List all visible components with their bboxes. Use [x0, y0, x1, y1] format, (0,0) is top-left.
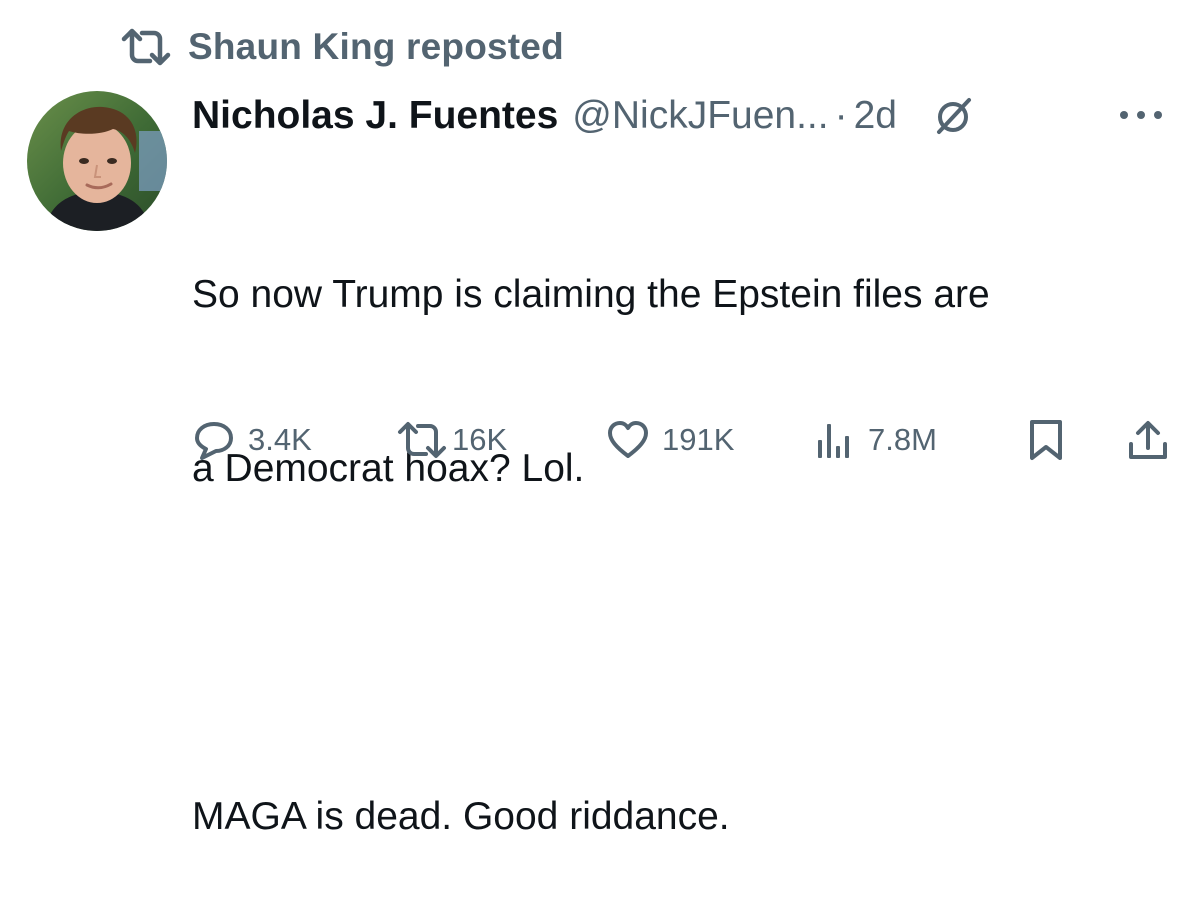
repost-icon: [120, 27, 172, 67]
like-button[interactable]: 191K: [606, 412, 734, 468]
tweet-action-bar: 3.4K 16K 191K 7.8M: [192, 412, 1172, 468]
tweet-text-line: MAGA is dead. Good riddance.: [192, 795, 730, 838]
bookmark-icon: [1024, 418, 1068, 462]
heart-icon: [606, 418, 650, 462]
reply-icon: [192, 418, 236, 462]
tweet-timestamp[interactable]: 2d: [854, 94, 897, 138]
author-handle[interactable]: @NickJFuen...: [572, 94, 828, 138]
author-display-name[interactable]: Nicholas J. Fuentes: [192, 94, 558, 138]
like-count: 191K: [662, 422, 735, 457]
grok-icon[interactable]: [931, 94, 975, 138]
repost-context[interactable]: Shaun King reposted: [120, 22, 564, 72]
separator-dot: ·: [834, 94, 848, 137]
repost-button[interactable]: 16K: [396, 412, 507, 468]
more-icon[interactable]: [1112, 100, 1170, 130]
views-button[interactable]: 7.8M: [812, 412, 937, 468]
views-icon: [812, 418, 856, 462]
bookmark-button[interactable]: [1024, 412, 1068, 468]
tweet-header: Nicholas J. Fuentes @NickJFuen... · 2d: [192, 88, 975, 144]
repost-label: Shaun King reposted: [188, 26, 564, 67]
reply-count: 3.4K: [248, 422, 312, 457]
repost-icon: [396, 418, 446, 462]
tweet-text-line: So now Trump is claiming the Epstein fil…: [192, 273, 990, 316]
tweet-text-blank-line: [192, 614, 1182, 672]
share-button[interactable]: [1126, 412, 1170, 468]
reply-button[interactable]: 3.4K: [192, 412, 312, 468]
avatar[interactable]: [27, 91, 167, 231]
views-count: 7.8M: [868, 422, 937, 457]
repost-count: 16K: [452, 422, 508, 457]
tweet-text: So now Trump is claiming the Epstein fil…: [192, 150, 1182, 904]
share-icon: [1126, 418, 1170, 462]
